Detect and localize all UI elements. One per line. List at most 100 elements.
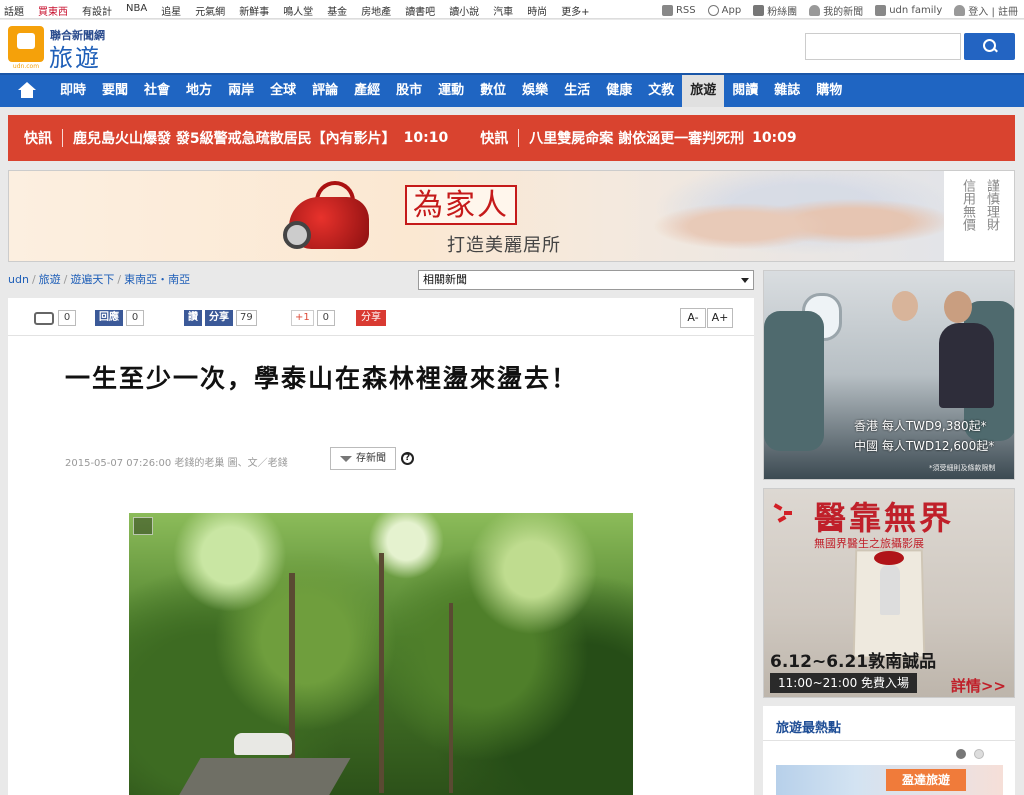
gplus-button[interactable]: +1 — [291, 310, 314, 326]
fb-recommend-button[interactable]: 回應 — [95, 310, 123, 326]
nav-items: 即時 要聞 社會 地方 兩岸 全球 評論 產經 股市 運動 數位 娛樂 生活 健… — [52, 75, 850, 107]
fb-recommend-count: 0 — [126, 310, 144, 326]
top-link-novelty[interactable]: 新鮮事 — [239, 3, 269, 18]
top-link-health[interactable]: 元氣網 — [195, 3, 225, 18]
divider — [518, 129, 520, 147]
top-links-bar: 話題 買東西 有設計 NBA 追星 元氣網 新鮮事 鳴人堂 基金 房地產 讀書吧… — [0, 0, 1024, 19]
panel-title: 旅遊最熱點 — [776, 721, 842, 736]
top-link-books[interactable]: 讀書吧 — [405, 3, 435, 18]
msf-exhibition-ad[interactable]: 醫靠無界 無國界醫生之旅攝影展 6.12~6.21敦南誠品 11:00~21:0… — [763, 488, 1015, 698]
fb-share-button[interactable]: 分享 — [205, 310, 233, 326]
fb-like-share-widget[interactable]: 讚 分享 79 — [184, 310, 257, 326]
carousel-dot[interactable] — [956, 749, 966, 759]
nav-item-entertainment[interactable]: 娛樂 — [514, 75, 556, 107]
save-news-button[interactable]: 存新聞 — [330, 447, 396, 470]
fanpage-link[interactable]: 粉絲團 — [753, 3, 797, 18]
rss-icon — [661, 5, 673, 16]
nav-item-reading[interactable]: 閱讀 — [724, 75, 766, 107]
nav-item-headlines[interactable]: 要聞 — [94, 75, 136, 107]
thumbnail-tag: 盈達旅遊 — [886, 769, 966, 791]
font-decrease-button[interactable]: A- — [680, 308, 706, 328]
ad-details-link[interactable]: 詳情>> — [951, 675, 1006, 696]
nav-item-stocks[interactable]: 股市 — [388, 75, 430, 107]
share-widget[interactable]: 分享 — [356, 310, 386, 326]
breaking-time: 10:09 — [752, 130, 797, 146]
breaking-label: 快訊 — [24, 131, 52, 147]
udn-logo-icon[interactable] — [8, 26, 44, 62]
home-icon[interactable] — [18, 82, 36, 98]
top-link-nba[interactable]: NBA — [126, 3, 147, 18]
nav-item-culture[interactable]: 文教 — [640, 75, 682, 107]
nav-item-digital[interactable]: 數位 — [472, 75, 514, 107]
search-input[interactable] — [805, 33, 961, 60]
gplus-widget[interactable]: +1 0 — [291, 310, 335, 326]
breadcrumb-item[interactable]: 東南亞・南亞 — [124, 273, 190, 286]
top-link-realestate[interactable]: 房地產 — [361, 3, 391, 18]
related-news-select[interactable]: 相關新聞 — [418, 270, 754, 290]
share-button[interactable]: 分享 — [356, 310, 386, 326]
search-button[interactable] — [964, 33, 1015, 60]
comments-widget[interactable]: 0 — [34, 310, 76, 326]
nav-item-shopping[interactable]: 購物 — [808, 75, 850, 107]
my-news-link[interactable]: 我的新聞 — [809, 3, 863, 18]
main-nav: 即時 要聞 社會 地方 兩岸 全球 評論 產經 股市 運動 數位 娛樂 生活 健… — [0, 73, 1024, 107]
hotspot-thumbnail[interactable]: 盈達旅遊 — [776, 765, 1003, 795]
ad-tagline: 打造美麗居所 — [447, 235, 561, 256]
nav-item-travel[interactable]: 旅遊 — [682, 75, 725, 107]
top-link-fashion[interactable]: 時尚 — [527, 3, 547, 18]
facebook-icon — [753, 5, 765, 16]
nav-item-health[interactable]: 健康 — [598, 75, 640, 107]
breaking-text: 八里雙屍命案 謝依涵更一審判死刑 — [529, 131, 745, 147]
image-share-icon[interactable] — [133, 517, 153, 535]
airline-ad[interactable]: 香港 每人TWD9,380起* 中國 每人TWD12,600起* *須受細則及條… — [763, 270, 1015, 480]
login-link[interactable]: 登入 | 註冊 — [954, 3, 1018, 18]
nav-item-finance[interactable]: 產經 — [346, 75, 388, 107]
ad-price-china: 中國 每人TWD12,600起* — [854, 439, 995, 453]
ad-family-photo — [629, 171, 949, 261]
ad-price-hongkong: 香港 每人TWD9,380起* — [854, 419, 987, 433]
nav-item-global[interactable]: 全球 — [262, 75, 304, 107]
site-header: udn.com 聯合新聞網 旅遊 — [0, 20, 1024, 73]
breaking-item[interactable]: 快訊 鹿兒島火山爆發 發5級警戒急疏散居民【內有影片】 10:10 — [24, 128, 448, 148]
fb-like-button[interactable]: 讚 — [184, 310, 202, 326]
nav-item-instant[interactable]: 即時 — [52, 75, 94, 107]
nav-item-magazine[interactable]: 雜誌 — [766, 75, 808, 107]
top-link-opinion[interactable]: 鳴人堂 — [283, 3, 313, 18]
top-link-cars[interactable]: 汽車 — [493, 3, 513, 18]
rss-link[interactable]: RSS — [661, 3, 696, 18]
top-link-novels[interactable]: 讀小說 — [449, 3, 479, 18]
udn-family-link[interactable]: udn family — [875, 3, 942, 18]
doctor-figure-image — [880, 565, 900, 615]
fb-share-count: 79 — [236, 310, 257, 326]
carousel-dot[interactable] — [974, 749, 984, 759]
fb-recommend-widget[interactable]: 回應 0 — [95, 310, 144, 326]
nav-item-local[interactable]: 地方 — [178, 75, 220, 107]
nav-item-society[interactable]: 社會 — [136, 75, 178, 107]
passenger-image — [892, 291, 918, 321]
nav-item-cross-strait[interactable]: 兩岸 — [220, 75, 262, 107]
breadcrumb-item[interactable]: 旅遊 — [39, 273, 61, 286]
breaking-item[interactable]: 快訊 八里雙屍命案 謝依涵更一審判死刑 10:09 — [480, 128, 797, 148]
top-link-shopping[interactable]: 買東西 — [38, 3, 68, 18]
article-photo-forest[interactable] — [129, 513, 633, 795]
top-link-more[interactable]: 更多+ — [561, 3, 589, 18]
top-ad-banner[interactable]: 為家人 打造美麗居所 信用無價 謹慎理財 — [8, 170, 1015, 262]
breadcrumb-item[interactable]: udn — [8, 273, 29, 286]
help-icon[interactable]: ? — [401, 452, 414, 465]
nav-item-life[interactable]: 生活 — [556, 75, 598, 107]
ad-brand-text: 信用無價 — [960, 179, 975, 231]
ad-brand-column: 信用無價 謹慎理財 — [944, 171, 1014, 261]
top-link-design[interactable]: 有設計 — [82, 3, 112, 18]
nav-item-opinion[interactable]: 評論 — [304, 75, 346, 107]
top-link-topics[interactable]: 話題 — [4, 3, 24, 18]
top-link-stars[interactable]: 追星 — [161, 3, 181, 18]
app-link[interactable]: App — [707, 3, 741, 18]
top-link-funds[interactable]: 基金 — [327, 3, 347, 18]
nav-item-sports[interactable]: 運動 — [430, 75, 472, 107]
section-title[interactable]: 旅遊 — [49, 38, 101, 73]
font-increase-button[interactable]: A+ — [707, 308, 733, 328]
ad-brand-text: 謹慎理財 — [984, 179, 999, 231]
top-right-links: RSS App 粉絲團 我的新聞 udn family 登入 | 註冊 — [661, 3, 1018, 18]
breadcrumb-item[interactable]: 遊遍天下 — [70, 273, 114, 286]
msf-logo-icon — [770, 499, 800, 525]
